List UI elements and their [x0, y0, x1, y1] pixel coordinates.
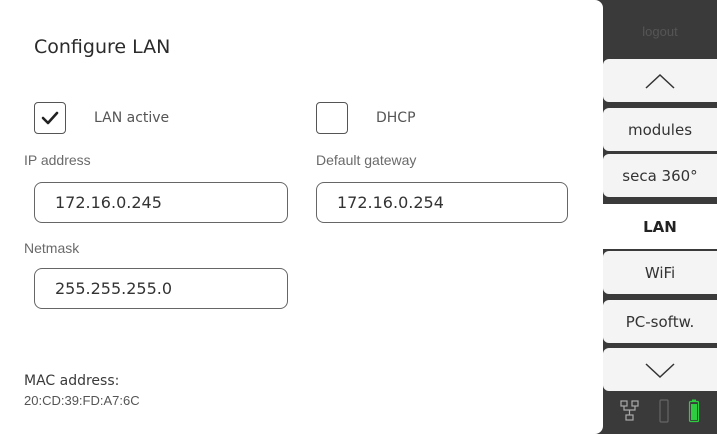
sidebar-item-lan[interactable]: LAN: [603, 204, 717, 249]
cradle-icon: [659, 399, 669, 423]
netmask-input[interactable]: 255.255.255.0: [34, 268, 288, 309]
sidebar-item-modules[interactable]: modules: [603, 108, 717, 151]
chevron-up-icon: [645, 73, 675, 89]
dhcp-label: DHCP: [376, 110, 416, 126]
page-title: Configure LAN: [34, 36, 171, 58]
status-bar: [603, 395, 717, 427]
logout-button[interactable]: logout: [603, 24, 717, 39]
netmask-label: Netmask: [24, 240, 80, 256]
sidebar-item-wifi[interactable]: WiFi: [603, 251, 717, 294]
lan-active-row[interactable]: LAN active: [34, 102, 169, 134]
lan-active-label: LAN active: [94, 110, 170, 126]
scroll-up-button[interactable]: [603, 59, 717, 102]
lan-active-checkbox[interactable]: [34, 102, 66, 134]
ip-address-label: IP address: [24, 152, 91, 168]
scroll-down-button[interactable]: [603, 348, 717, 391]
network-icon: [620, 400, 639, 421]
default-gateway-label: Default gateway: [316, 152, 417, 168]
dhcp-checkbox[interactable]: [316, 102, 348, 134]
sidebar-item-seca360[interactable]: seca 360°: [603, 154, 717, 197]
sidebar: logout modules seca 360° LAN WiFi PC-sof…: [603, 0, 717, 434]
mac-address-label: MAC address:: [24, 373, 120, 389]
sidebar-item-pc-software[interactable]: PC-softw.: [603, 300, 717, 343]
chevron-down-icon: [645, 362, 675, 378]
default-gateway-input[interactable]: 172.16.0.254: [316, 182, 568, 223]
config-panel: Configure LAN LAN active DHCP IP address…: [0, 0, 603, 434]
battery-icon: [688, 399, 700, 423]
mac-address-value: 20:CD:39:FD:A7:6C: [24, 393, 140, 408]
dhcp-row[interactable]: DHCP: [316, 102, 416, 134]
checkmark-icon: [41, 111, 59, 125]
ip-address-input[interactable]: 172.16.0.245: [34, 182, 288, 223]
